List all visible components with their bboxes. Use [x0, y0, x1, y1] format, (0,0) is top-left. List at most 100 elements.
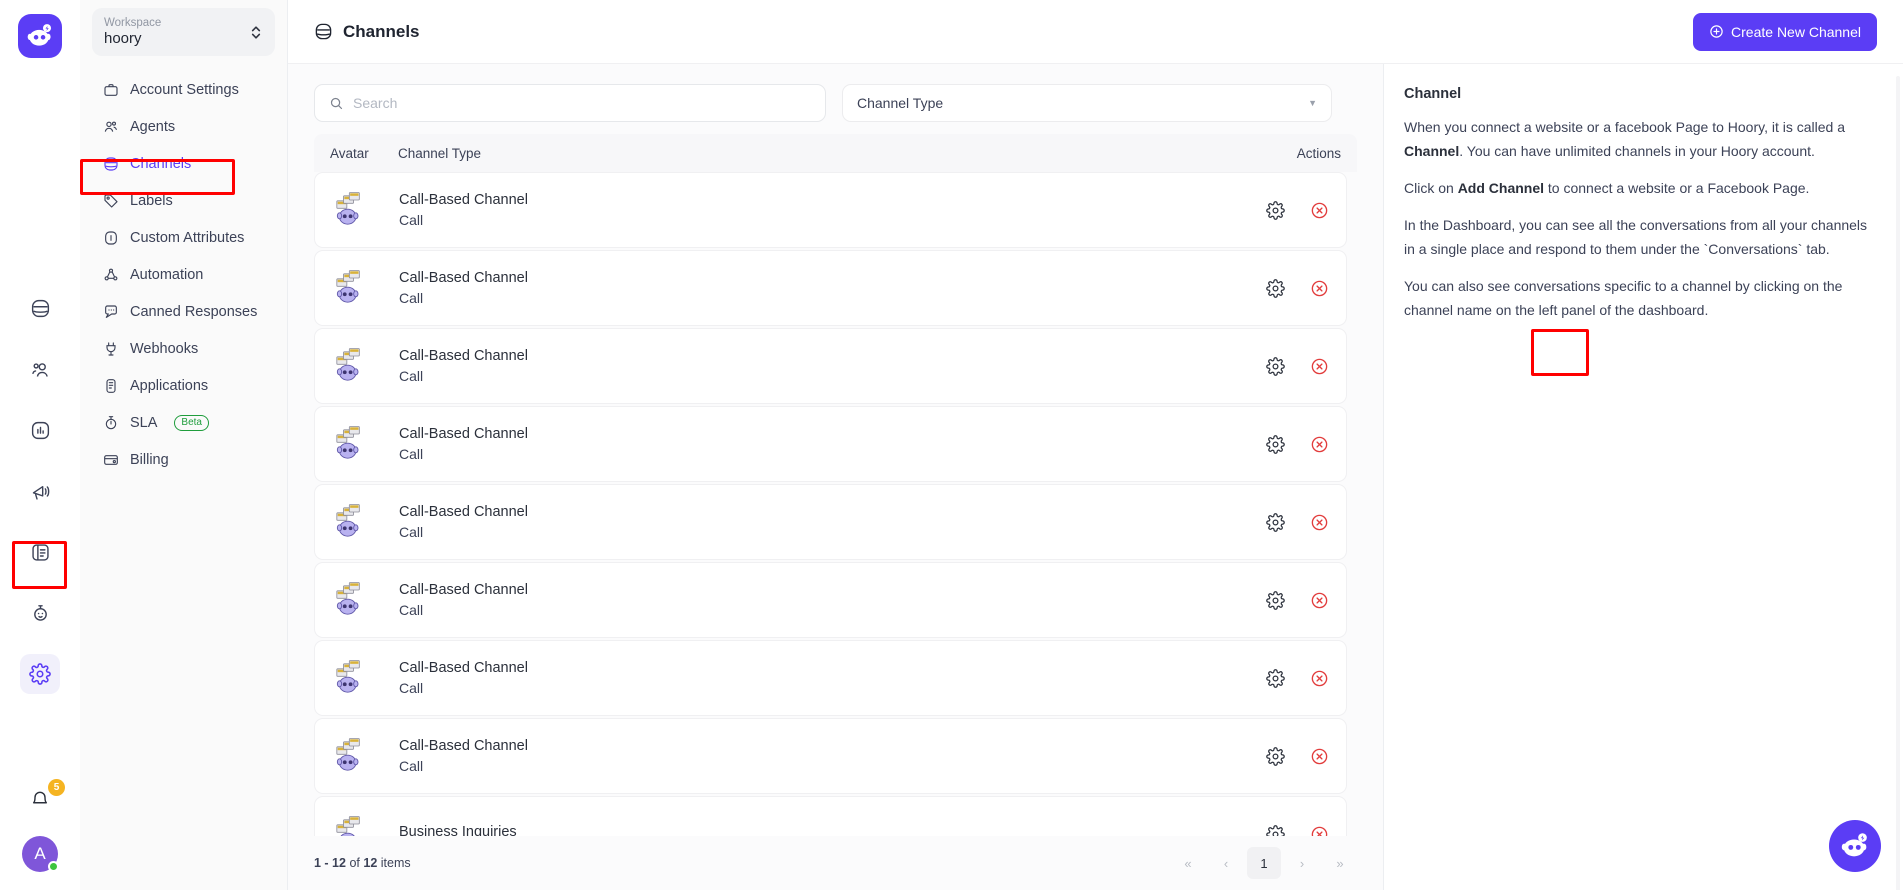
- channel-type-cell: Business Inquiries: [399, 824, 1220, 836]
- delete-circle-icon[interactable]: [1308, 589, 1330, 611]
- search-box[interactable]: [314, 84, 826, 122]
- table-header-row: Avatar Channel Type Actions: [314, 134, 1357, 172]
- pagination-next-button[interactable]: ›: [1285, 847, 1319, 879]
- rail-item-campaigns[interactable]: [20, 471, 60, 511]
- rail-item-ai-assistant[interactable]: [20, 593, 60, 633]
- sidebar-item-channels[interactable]: Channels: [92, 148, 275, 180]
- sidebar-item-agents[interactable]: Agents: [92, 111, 275, 143]
- hoory-logo[interactable]: [18, 14, 62, 58]
- table-row[interactable]: Call-Based Channel Call: [314, 406, 1347, 482]
- online-status-dot: [48, 861, 59, 872]
- table-row[interactable]: Call-Based Channel Call: [314, 484, 1347, 560]
- column-header-actions: Actions: [1296, 145, 1341, 161]
- channel-name: Call-Based Channel: [399, 738, 528, 754]
- gear-icon[interactable]: [1264, 199, 1286, 221]
- channel-subtype: Call: [399, 758, 424, 774]
- table-row[interactable]: Call-Based Channel Call: [314, 172, 1347, 248]
- sidebar-item-label: Account Settings: [130, 82, 239, 98]
- gear-icon[interactable]: [1264, 745, 1286, 767]
- app-root: 5 A Workspace hoory Account Settings Age…: [0, 0, 1903, 890]
- hoory-chat-widget-button[interactable]: [1829, 820, 1881, 872]
- delete-circle-icon[interactable]: [1308, 355, 1330, 377]
- search-input[interactable]: [353, 95, 811, 111]
- help-paragraph: Click on Add Channel to connect a websit…: [1404, 176, 1877, 200]
- rail-item-reports[interactable]: [20, 410, 60, 450]
- delete-circle-icon[interactable]: [1308, 667, 1330, 689]
- help-emphasis: Add Channel: [1457, 180, 1545, 196]
- notifications-bell[interactable]: 5: [23, 779, 65, 814]
- top-bar: Channels Create New Channel: [288, 0, 1903, 64]
- help-paragraph: When you connect a website or a facebook…: [1404, 115, 1877, 163]
- help-panel-scrollbar[interactable]: [1896, 76, 1900, 890]
- help-text: You can also see conversations specific …: [1404, 278, 1843, 318]
- sidebar-item-account-settings[interactable]: Account Settings: [92, 74, 275, 106]
- table-row[interactable]: Call-Based Channel Call: [314, 562, 1347, 638]
- channels-icon: [102, 156, 119, 173]
- gear-icon[interactable]: [1264, 667, 1286, 689]
- sidebar-item-sla[interactable]: SLA Beta: [92, 407, 275, 439]
- sidebar-item-applications[interactable]: Applications: [92, 370, 275, 402]
- sidebar-item-label: Labels: [130, 193, 173, 209]
- rail-item-knowledge-base[interactable]: [20, 532, 60, 572]
- gear-icon[interactable]: [1264, 823, 1286, 836]
- table-row[interactable]: Call-Based Channel Call: [314, 718, 1347, 794]
- automation-icon: [102, 267, 119, 284]
- sidebar-item-automation[interactable]: Automation: [92, 259, 275, 291]
- rail-item-conversations[interactable]: [20, 288, 60, 328]
- channels-icon: [314, 22, 333, 41]
- gear-icon[interactable]: [1264, 511, 1286, 533]
- gear-icon[interactable]: [1264, 589, 1286, 611]
- delete-circle-icon[interactable]: [1308, 511, 1330, 533]
- chevron-updown-icon: [249, 24, 263, 41]
- table-row[interactable]: Call-Based Channel Call: [314, 328, 1347, 404]
- pagination-prev-button[interactable]: ‹: [1209, 847, 1243, 879]
- user-avatar[interactable]: A: [22, 836, 59, 872]
- table-row[interactable]: Call-Based Channel Call: [314, 640, 1347, 716]
- channel-type-cell: Call-Based Channel Call: [399, 270, 1220, 306]
- workspace-name: hoory: [104, 30, 142, 47]
- table-row[interactable]: Business Inquiries: [314, 796, 1347, 836]
- sidebar-item-labels[interactable]: Labels: [92, 185, 275, 217]
- channel-subtype: Call: [399, 680, 424, 696]
- create-new-channel-label: Create New Channel: [1731, 23, 1861, 40]
- rail-icon-list: [20, 288, 60, 694]
- pagination-page-1[interactable]: 1: [1247, 847, 1281, 879]
- workspace-selector[interactable]: Workspace hoory: [92, 8, 275, 56]
- pagination-controls: « ‹ 1 › »: [1171, 847, 1357, 879]
- rail-item-settings[interactable]: [20, 654, 60, 694]
- rail-item-contacts[interactable]: [20, 349, 60, 389]
- gear-icon[interactable]: [1264, 355, 1286, 377]
- channel-type-select[interactable]: Channel Type ▼: [842, 84, 1332, 122]
- sidebar-item-webhooks[interactable]: Webhooks: [92, 333, 275, 365]
- channel-type-cell: Call-Based Channel Call: [399, 504, 1220, 540]
- table-rows-container[interactable]: Call-Based Channel Call Call-Based Channe…: [314, 172, 1357, 836]
- sla-beta-badge: Beta: [174, 415, 209, 431]
- channel-name: Business Inquiries: [399, 824, 517, 836]
- settings-sidebar: Workspace hoory Account Settings Agents …: [80, 0, 288, 890]
- sidebar-item-custom-attributes[interactable]: Custom Attributes: [92, 222, 275, 254]
- row-actions: [1220, 589, 1330, 611]
- channel-name: Call-Based Channel: [399, 270, 528, 286]
- delete-circle-icon[interactable]: [1308, 745, 1330, 767]
- table-row[interactable]: Call-Based Channel Call: [314, 250, 1347, 326]
- channel-name: Call-Based Channel: [399, 348, 528, 364]
- channel-type-cell: Call-Based Channel Call: [399, 426, 1220, 462]
- channel-subtype: Call: [399, 368, 424, 384]
- canned-response-icon: [102, 304, 119, 321]
- gear-icon[interactable]: [1264, 433, 1286, 455]
- sidebar-item-label: Canned Responses: [130, 304, 258, 320]
- channel-avatar: [331, 580, 399, 620]
- pagination-first-button[interactable]: «: [1171, 847, 1205, 879]
- sidebar-item-label: Automation: [130, 267, 204, 283]
- channel-avatar: [331, 268, 399, 308]
- sidebar-item-canned-responses[interactable]: Canned Responses: [92, 296, 275, 328]
- pagination-last-button[interactable]: »: [1323, 847, 1357, 879]
- sidebar-item-billing[interactable]: Billing: [92, 444, 275, 476]
- delete-circle-icon[interactable]: [1308, 433, 1330, 455]
- delete-circle-icon[interactable]: [1308, 277, 1330, 299]
- delete-circle-icon[interactable]: [1308, 199, 1330, 221]
- delete-circle-icon[interactable]: [1308, 823, 1330, 836]
- gear-icon[interactable]: [1264, 277, 1286, 299]
- create-new-channel-button[interactable]: Create New Channel: [1693, 12, 1877, 51]
- attributes-icon: [102, 230, 119, 247]
